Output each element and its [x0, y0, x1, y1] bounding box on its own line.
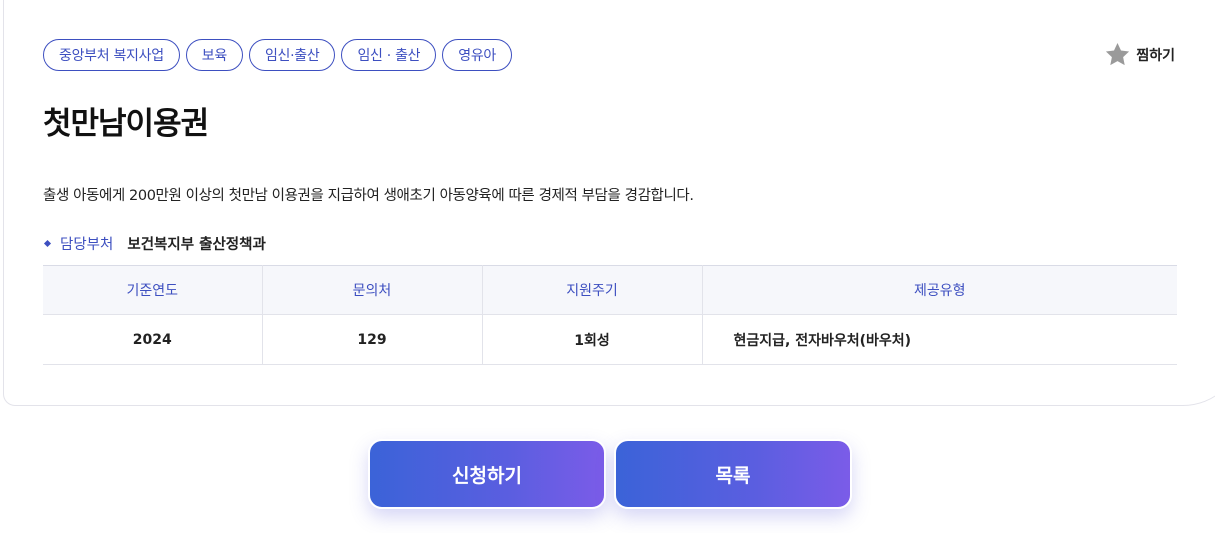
page-title: 첫만남이용권 — [43, 106, 209, 142]
favorite-label: 찜하기 — [1136, 47, 1175, 64]
cell-base-year: 2024 — [43, 314, 263, 365]
cell-support-cycle: 1회성 — [482, 314, 703, 365]
department-value: 보건복지부 출산정책과 — [127, 237, 266, 253]
tag-childcare[interactable]: 보육 — [185, 39, 243, 71]
tag-central-welfare[interactable]: 중앙부처 복지사업 — [43, 39, 180, 71]
apply-button[interactable]: 신청하기 — [368, 439, 606, 509]
favorite-button[interactable]: 찜하기 — [1104, 41, 1175, 68]
service-info-table: 기준연도 문의처 지원주기 제공유형 2024 129 1회성 현금지급, 전자… — [43, 265, 1177, 365]
category-tags: 중앙부처 복지사업 보육 임신·출산 임신 · 출산 영유아 — [43, 39, 512, 71]
list-button[interactable]: 목록 — [614, 439, 852, 509]
service-description: 출생 아동에게 200만원 이상의 첫만남 이용권을 지급하여 생애초기 아동양… — [43, 188, 694, 204]
cell-contact: 129 — [262, 314, 483, 365]
table-header-row: 기준연도 문의처 지원주기 제공유형 — [43, 265, 1177, 315]
cell-provision-type: 현금지급, 전자바우처(바우처) — [702, 314, 1177, 365]
tag-pregnancy-birth[interactable]: 임신·출산 — [248, 39, 336, 71]
header-support-cycle: 지원주기 — [482, 265, 703, 315]
star-icon — [1106, 43, 1130, 66]
tag-infant[interactable]: 영유아 — [442, 39, 512, 71]
table-row: 2024 129 1회성 현금지급, 전자바우처(바우처) — [43, 314, 1177, 365]
action-buttons: 신청하기 목록 — [368, 439, 852, 509]
header-provision-type: 제공유형 — [702, 265, 1177, 315]
department-label: 담당부처 — [60, 237, 114, 253]
department-info: 담당부처 보건복지부 출산정책과 — [43, 233, 266, 254]
tag-pregnancy-birth-alt[interactable]: 임신 · 출산 — [341, 39, 437, 71]
header-contact: 문의처 — [262, 265, 483, 315]
diamond-bullet-icon — [43, 239, 52, 248]
header-base-year: 기준연도 — [43, 265, 263, 315]
